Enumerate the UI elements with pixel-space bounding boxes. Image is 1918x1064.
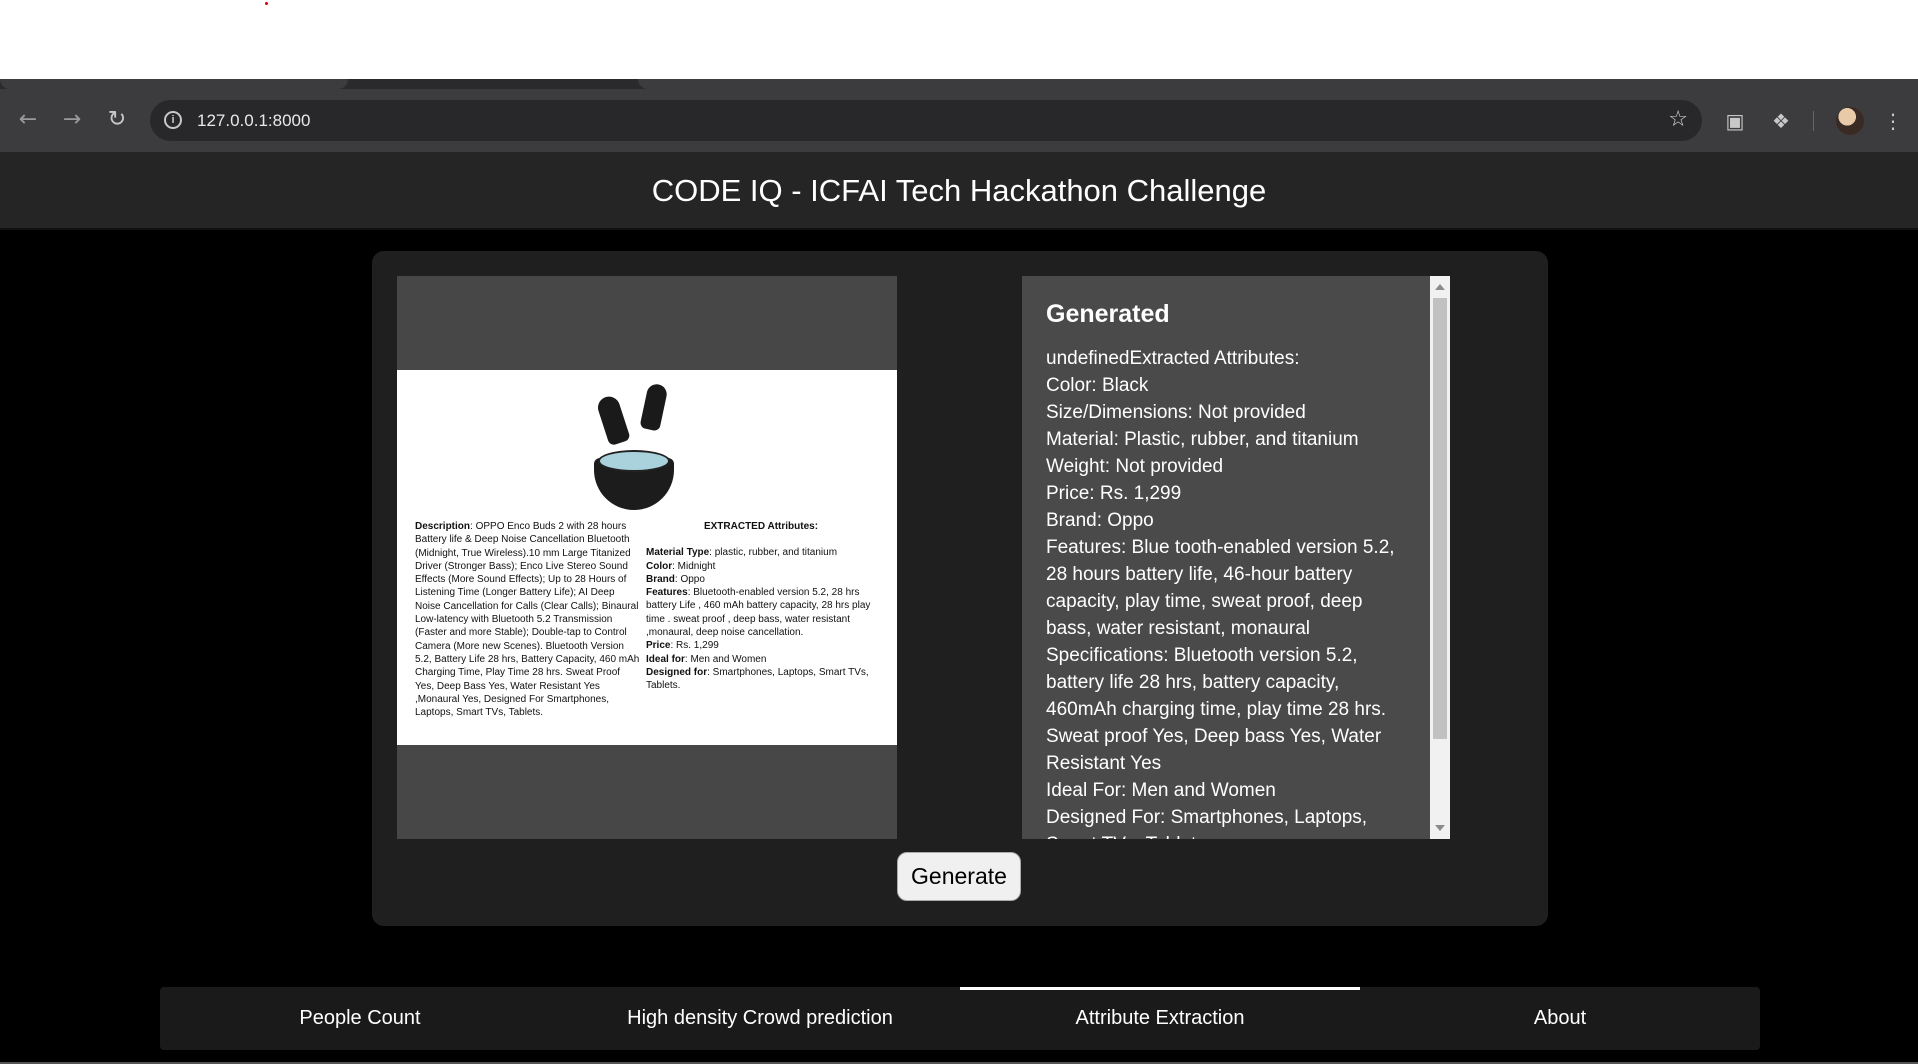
scroll-up-icon[interactable]	[1435, 284, 1445, 290]
attributes-title: EXTRACTED Attributes:	[703, 521, 819, 532]
nav-item-attribute-extraction[interactable]: Attribute Extraction	[960, 987, 1360, 1050]
scroll-thumb[interactable]	[1433, 298, 1447, 739]
product-attributes: EXTRACTED Attributes: Material Type: pla…	[646, 520, 876, 693]
attribute-line: Features: Bluetooth-enabled version 5.2,…	[646, 587, 871, 639]
attribute-line: Ideal for: Men and Women	[646, 653, 767, 665]
uploaded-image-panel: Description: OPPO Enco Buds 2 with 28 ho…	[397, 276, 897, 839]
extraction-card: Description: OPPO Enco Buds 2 with 28 ho…	[372, 251, 1548, 926]
nav-item-crowd-prediction[interactable]: High density Crowd prediction	[560, 987, 960, 1050]
nav-item-about[interactable]: About	[1360, 987, 1760, 1050]
result-heading: Generated	[1046, 300, 1170, 328]
browser-toolbar: ← → ↻ i 127.0.0.1:8000 ☆ ▣ ❖ ⋮	[0, 89, 1918, 152]
attribute-line: Brand: Oppo	[646, 573, 705, 585]
puzzle-icon[interactable]: ❖	[1768, 108, 1794, 134]
info-icon[interactable]: i	[164, 111, 182, 129]
attribute-line: Designed for: Smartphones, Laptops, Smar…	[646, 666, 869, 692]
app-header: CODE IQ - ICFAI Tech Hackathon Challenge	[0, 152, 1918, 230]
tab-search-icon[interactable]: ▣	[1722, 108, 1748, 134]
forward-arrow-icon[interactable]: →	[57, 105, 87, 135]
nav-item-people-count[interactable]: People Count	[160, 987, 560, 1050]
desktop-top-area	[0, 0, 1918, 79]
result-text: undefinedExtracted Attributes: Color: Bl…	[1046, 348, 1395, 839]
toolbar-divider	[1813, 111, 1814, 131]
reload-icon[interactable]: ↻	[102, 105, 132, 135]
address-bar[interactable]: i 127.0.0.1:8000 ☆	[150, 100, 1702, 141]
bottom-nav: People Count High density Crowd predicti…	[160, 987, 1760, 1050]
url-text[interactable]: 127.0.0.1:8000	[197, 111, 310, 131]
attribute-line: Color: Midnight	[646, 560, 716, 572]
product-image: Description: OPPO Enco Buds 2 with 28 ho…	[397, 370, 897, 745]
browser-tab[interactable]	[0, 79, 348, 89]
attribute-line: Material Type: plastic, rubber, and tita…	[646, 547, 838, 559]
scroll-down-icon[interactable]	[1435, 825, 1445, 831]
generated-result-panel[interactable]: Generated undefinedExtracted Attributes:…	[1022, 276, 1430, 839]
page-title: CODE IQ - ICFAI Tech Hackathon Challenge	[651, 173, 1267, 208]
attribute-line: Price: Rs. 1,299	[646, 640, 719, 652]
kebab-menu-icon[interactable]: ⋮	[1880, 108, 1906, 134]
star-icon[interactable]: ☆	[1668, 107, 1688, 132]
back-arrow-icon[interactable]: ←	[13, 105, 43, 135]
browser-tab[interactable]	[638, 79, 1918, 89]
red-dot	[265, 2, 268, 5]
product-description: Description: OPPO Enco Buds 2 with 28 ho…	[415, 521, 640, 719]
browser-tabstrip	[0, 79, 1918, 89]
earbuds-picture	[594, 382, 674, 510]
generate-button[interactable]: Generate	[897, 852, 1021, 901]
profile-avatar[interactable]	[1836, 107, 1864, 135]
result-scrollbar[interactable]	[1430, 276, 1450, 839]
